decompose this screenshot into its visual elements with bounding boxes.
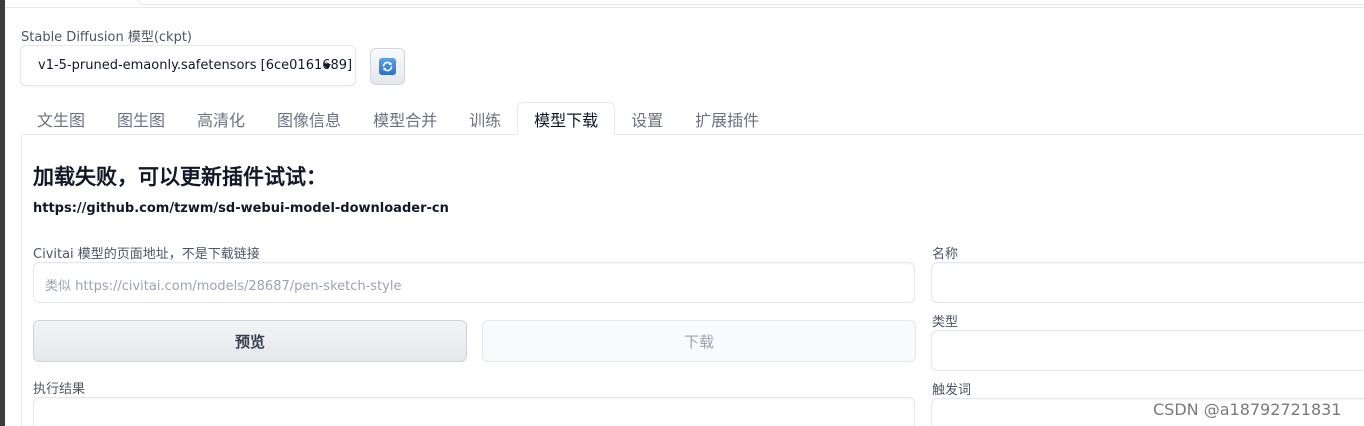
- result-label: 执行结果: [33, 382, 86, 397]
- tab-img2img[interactable]: 图生图: [101, 102, 181, 135]
- tab-upscale[interactable]: 高清化: [181, 102, 261, 135]
- checkpoint-label: Stable Diffusion 模型(ckpt): [21, 30, 193, 45]
- top-input-strip: [5, 0, 1364, 8]
- tab-model-download[interactable]: 模型下载: [517, 102, 616, 135]
- type-label: 类型: [932, 315, 959, 330]
- chevron-down-icon: [323, 64, 331, 69]
- tab-settings[interactable]: 设置: [615, 102, 679, 135]
- checkpoint-dropdown[interactable]: v1-5-pruned-emaonly.safetensors [6ce0161…: [20, 45, 356, 86]
- load-failed-heading: 加载失败，可以更新插件试试：: [33, 165, 327, 189]
- civitai-url-label: Civitai 模型的页面地址，不是下载链接: [33, 247, 260, 262]
- name-field[interactable]: [931, 262, 1364, 303]
- name-label: 名称: [932, 247, 959, 262]
- tab-extensions[interactable]: 扩展插件: [679, 102, 775, 135]
- window-left-edge: [0, 0, 5, 426]
- refresh-checkpoint-button[interactable]: [370, 48, 405, 85]
- plugin-repo-url: https://github.com/tzwm/sd-webui-model-d…: [33, 201, 449, 216]
- trigger-words-label: 触发词: [932, 383, 972, 398]
- download-button[interactable]: 下载: [482, 320, 916, 362]
- refresh-icon: [379, 58, 396, 75]
- result-output[interactable]: [33, 397, 915, 426]
- main-tabs: 文生图 图生图 高清化 图像信息 模型合并 训练 模型下载 设置 扩展插件: [21, 102, 775, 135]
- civitai-url-input[interactable]: 类似 https://civitai.com/models/28687/pen-…: [33, 262, 915, 303]
- watermark: CSDN @a18792721831: [1153, 400, 1342, 419]
- type-field[interactable]: [931, 330, 1364, 371]
- civitai-url-placeholder: 类似 https://civitai.com/models/28687/pen-…: [45, 279, 402, 294]
- checkpoint-selected-value: v1-5-pruned-emaonly.safetensors [6ce0161…: [38, 58, 353, 73]
- tab-image-info[interactable]: 图像信息: [261, 102, 357, 135]
- top-input-edge: [137, 0, 1364, 5]
- tab-train[interactable]: 训练: [453, 102, 517, 135]
- tab-model-merge[interactable]: 模型合并: [357, 102, 453, 135]
- tab-txt2img[interactable]: 文生图: [21, 102, 101, 135]
- preview-button[interactable]: 预览: [33, 320, 467, 362]
